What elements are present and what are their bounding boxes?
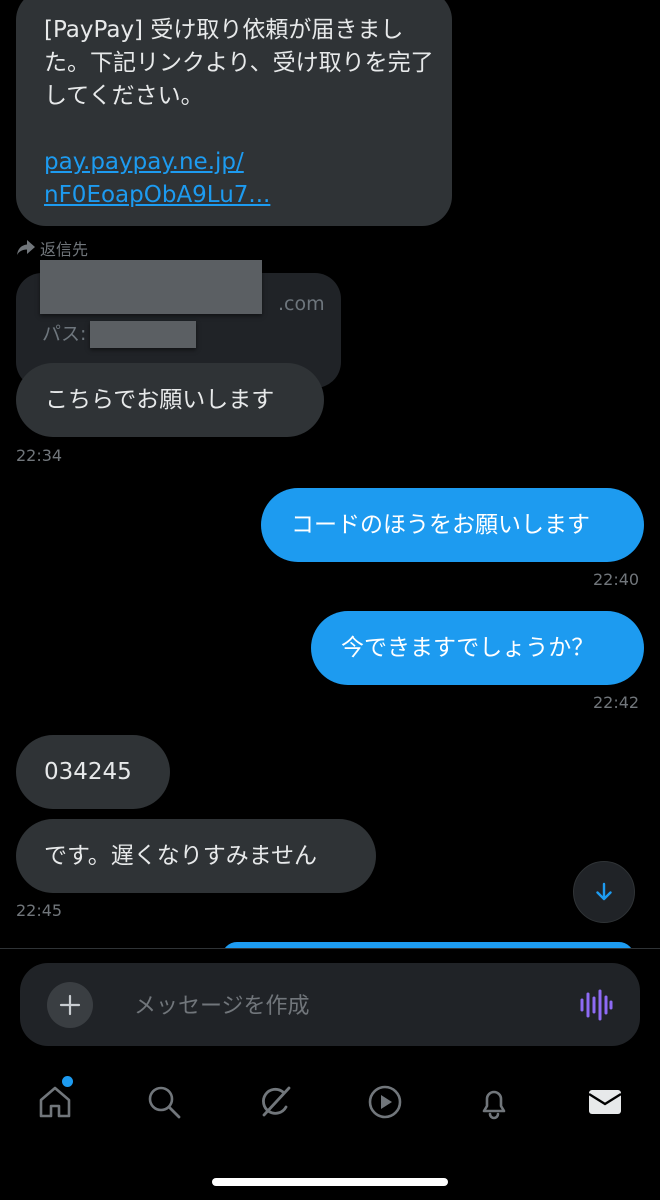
add-attachment-button[interactable] xyxy=(47,982,93,1028)
quoted-domain-suffix: .com xyxy=(278,293,325,315)
tab-video[interactable] xyxy=(363,1080,407,1124)
outgoing-message: コードのほうをお願いします xyxy=(261,488,644,562)
voice-wave-icon xyxy=(580,989,613,1021)
tab-notifications[interactable] xyxy=(472,1080,516,1124)
incoming-message: です。遅くなりすみません xyxy=(16,819,376,893)
message-input[interactable] xyxy=(132,985,556,1027)
tab-home[interactable] xyxy=(33,1080,77,1124)
message-link-line-1[interactable]: pay.paypay.ne.jp/ xyxy=(44,146,430,179)
incoming-message: 034245 xyxy=(16,735,170,809)
message-text: こちらでお願いします xyxy=(45,387,275,413)
scroll-to-bottom-button[interactable] xyxy=(573,861,635,923)
reply-to-label: 返信先 xyxy=(16,236,88,260)
redaction-block xyxy=(40,260,262,314)
message-timestamp: 22:34 xyxy=(16,446,63,465)
quoted-pass-label: パス: xyxy=(42,323,87,345)
message-text: [PayPay] 受け取り依頼が届きました。下記リンクより、受け取りを完了してく… xyxy=(44,17,434,109)
message-text: 今できますでしょうか？ xyxy=(341,635,595,661)
notification-dot xyxy=(62,1076,73,1087)
message-timestamp: 22:42 xyxy=(593,693,640,712)
plus-icon xyxy=(59,994,81,1016)
reply-arrow-icon xyxy=(17,240,35,255)
conversation-view[interactable]: [PayPay] 受け取り依頼が届きました。下記リンクより、受け取りを完了してく… xyxy=(0,0,660,948)
tab-grok[interactable] xyxy=(253,1080,297,1124)
tab-search[interactable] xyxy=(142,1080,186,1124)
video-icon xyxy=(368,1085,402,1119)
bell-icon xyxy=(482,1090,506,1120)
home-indicator xyxy=(212,1178,448,1186)
message-text: です。遅くなりすみません xyxy=(44,843,318,869)
redaction-block xyxy=(90,321,196,348)
composer-divider xyxy=(0,948,660,949)
tab-messages[interactable] xyxy=(583,1080,627,1124)
message-text: 034245 xyxy=(44,759,132,785)
message-link-line-2[interactable]: nF0EoapObA9Lu7... xyxy=(44,179,430,212)
message-text: コードのほうをお願いします xyxy=(291,512,590,538)
incoming-message: [PayPay] 受け取り依頼が届きました。下記リンクより、受け取りを完了してく… xyxy=(16,0,452,226)
incoming-message: こちらでお願いします xyxy=(16,363,324,437)
arrow-down-icon xyxy=(596,882,612,901)
search-icon xyxy=(148,1086,181,1119)
outgoing-message: 今できますでしょうか？ xyxy=(311,611,644,685)
reply-to-text: 返信先 xyxy=(40,240,89,259)
voice-message-button[interactable] xyxy=(576,988,616,1022)
home-icon xyxy=(39,1086,71,1118)
bottom-tab-bar xyxy=(0,1064,660,1140)
mail-icon xyxy=(588,1090,622,1114)
grok-icon xyxy=(262,1086,291,1117)
message-timestamp: 22:40 xyxy=(593,570,640,589)
message-timestamp: 22:45 xyxy=(16,901,63,920)
message-composer xyxy=(20,963,640,1046)
